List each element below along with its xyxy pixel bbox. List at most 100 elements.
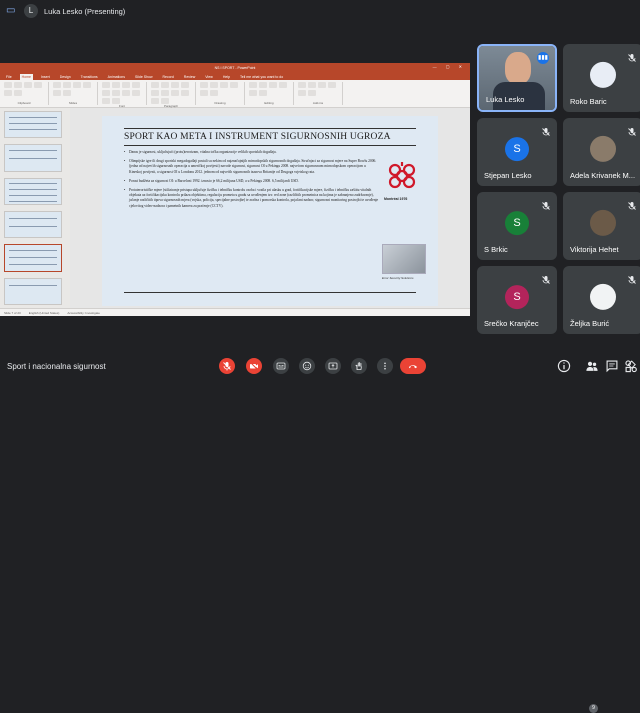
camera-toggle-button[interactable] — [246, 358, 262, 374]
ribbon-tab[interactable]: View — [203, 74, 215, 80]
more-options-button[interactable] — [377, 358, 393, 374]
ribbon-button[interactable] — [298, 82, 306, 88]
emoji-button[interactable] — [299, 358, 315, 374]
ribbon-button[interactable] — [259, 82, 267, 88]
ribbon-button[interactable] — [24, 82, 32, 88]
ribbon-button[interactable] — [308, 82, 316, 88]
ribbon-tab[interactable]: File — [4, 74, 14, 80]
ribbon-button[interactable] — [122, 82, 130, 88]
ribbon-button[interactable] — [53, 90, 61, 96]
ribbon-button[interactable] — [4, 90, 12, 96]
ribbon-button[interactable] — [14, 82, 22, 88]
title-rule-top — [124, 128, 416, 129]
ribbon-button[interactable] — [181, 82, 189, 88]
ribbon-tab[interactable]: Design — [58, 74, 73, 80]
ribbon-button[interactable] — [102, 90, 110, 96]
ribbon-button[interactable] — [181, 90, 189, 96]
ribbon-button[interactable] — [161, 90, 169, 96]
window-controls[interactable]: — ▢ ✕ — [433, 64, 466, 69]
ribbon-button[interactable] — [210, 82, 218, 88]
participant-tile[interactable]: S S Brkic — [477, 192, 557, 260]
ribbon-button[interactable] — [63, 90, 71, 96]
ribbon-tab[interactable]: Review — [182, 74, 197, 80]
ribbon-buttons — [249, 82, 289, 96]
powerpoint-titlebar: NS I SPORT - PowerPoint — ▢ ✕ — [0, 63, 470, 72]
ribbon-group: Font — [102, 82, 147, 108]
ribbon-button[interactable] — [220, 82, 228, 88]
ribbon-button[interactable] — [171, 82, 179, 88]
ribbon-button[interactable] — [53, 82, 61, 88]
ribbon-button[interactable] — [200, 82, 208, 88]
ribbon-button[interactable] — [328, 82, 336, 88]
ribbon-button[interactable] — [259, 90, 267, 96]
ribbon-tab[interactable]: Record — [161, 74, 176, 80]
current-slide: SPORT KAO META I INSTRUMENT SIGURNOSNIH … — [102, 116, 438, 306]
slide-thumbnail[interactable] — [4, 277, 62, 305]
slide-thumbnail[interactable] — [4, 177, 62, 205]
ribbon-button[interactable] — [318, 82, 326, 88]
participant-tile[interactable]: S Stjepan Lesko — [477, 118, 557, 186]
mic-off-icon — [627, 124, 637, 136]
ribbon-button[interactable] — [269, 82, 277, 88]
slide-thumbnail[interactable] — [4, 144, 62, 172]
ribbon-button[interactable] — [308, 90, 316, 96]
meeting-info-button[interactable] — [557, 359, 571, 373]
participant-tile[interactable]: S Srečko Kranjčec — [477, 266, 557, 334]
ribbon-tab[interactable]: Home — [19, 74, 33, 80]
activities-button[interactable] — [624, 359, 638, 373]
ribbon-button[interactable] — [279, 82, 287, 88]
ribbon-group: Slides — [53, 82, 98, 105]
ribbon-button[interactable] — [132, 82, 140, 88]
participant-tile[interactable]: Adela Krivanek M... — [563, 118, 640, 186]
ribbon-button[interactable] — [210, 90, 218, 96]
ribbon-button[interactable] — [171, 90, 179, 96]
participant-tile[interactable]: Roko Baric — [563, 44, 640, 112]
ribbon-tab[interactable]: Transitions — [79, 74, 100, 80]
participant-tile[interactable]: ▮▮▮ Luka Lesko — [477, 44, 557, 112]
present-button[interactable] — [325, 358, 341, 374]
ribbon-button[interactable] — [34, 82, 42, 88]
ribbon-group: Editing — [249, 82, 294, 105]
ribbon-button[interactable] — [122, 90, 130, 96]
slide-thumbnail[interactable] — [4, 111, 62, 139]
accessibility-status[interactable]: Accessibility: Investigate — [67, 311, 100, 315]
ribbon-button[interactable] — [73, 82, 81, 88]
ribbon-button[interactable] — [230, 82, 238, 88]
captions-button[interactable] — [273, 358, 289, 374]
ribbon-tab[interactable]: Help — [221, 74, 232, 80]
slide-canvas: SPORT KAO META I INSTRUMENT SIGURNOSNIH … — [70, 108, 470, 308]
people-button[interactable] — [585, 359, 599, 373]
mic-off-icon — [541, 198, 551, 210]
slide-thumbnail-selected[interactable] — [4, 244, 62, 272]
mic-off-icon — [627, 50, 637, 62]
mic-toggle-button[interactable] — [219, 358, 235, 374]
ribbon-button[interactable] — [200, 90, 208, 96]
ribbon-button[interactable] — [102, 82, 110, 88]
ribbon: Clipboard Slides Font Paragraph Drawing Editi… — [0, 80, 470, 108]
slide-thumbnail[interactable] — [4, 210, 62, 239]
ribbon-button[interactable] — [249, 90, 257, 96]
ribbon-button[interactable] — [132, 90, 140, 96]
window-title: NS I SPORT - PowerPoint — [214, 65, 256, 70]
camera-off-icon — [250, 362, 258, 370]
ribbon-button[interactable] — [151, 82, 159, 88]
participant-tile[interactable]: Viktorija Hehet — [563, 192, 640, 260]
ribbon-button[interactable] — [83, 82, 91, 88]
ribbon-tab[interactable]: Slide Show — [133, 74, 155, 80]
ribbon-tab[interactable]: Tell me what you want to do — [238, 74, 285, 80]
participant-tile[interactable]: Željka Burić — [563, 266, 640, 334]
ribbon-button[interactable] — [14, 90, 22, 96]
ribbon-button[interactable] — [4, 82, 12, 88]
chat-button[interactable] — [605, 359, 619, 373]
raise-hand-button[interactable] — [351, 358, 367, 374]
ribbon-tab[interactable]: Animations — [106, 74, 127, 80]
leave-call-button[interactable] — [400, 358, 426, 374]
ribbon-button[interactable] — [63, 82, 71, 88]
ribbon-button[interactable] — [151, 90, 159, 96]
ribbon-button[interactable] — [161, 82, 169, 88]
ribbon-button[interactable] — [298, 90, 306, 96]
ribbon-button[interactable] — [112, 90, 120, 96]
ribbon-button[interactable] — [112, 82, 120, 88]
ribbon-button[interactable] — [249, 82, 257, 88]
ribbon-tab[interactable]: Insert — [39, 74, 52, 80]
